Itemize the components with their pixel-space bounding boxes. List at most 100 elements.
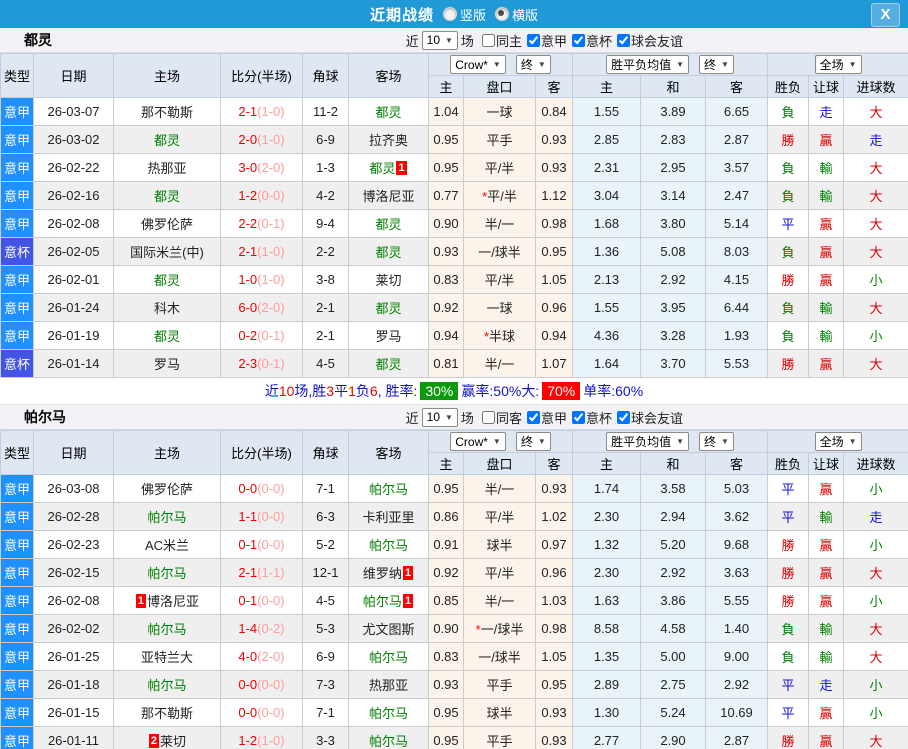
odds-away: 0.93: [535, 726, 573, 749]
match-row: 意甲 26-03-08 佛罗伦萨 0-0(0-0) 7-1 帕尔马 0.95 半/一 0.93 1…: [0, 474, 908, 503]
scope-select[interactable]: 全场 ▼: [814, 432, 862, 451]
avg-win: 1.55: [572, 97, 641, 126]
match-count-select[interactable]: 10 ▼: [421, 30, 458, 50]
corner-count: 4-5: [302, 349, 349, 378]
league-badge: 意甲: [0, 265, 34, 294]
avg-win: 1.30: [572, 698, 641, 727]
titlebar: 近期战绩 竖版 横版 X: [0, 0, 908, 28]
avg-type-select[interactable]: 胜平负均值 ▼: [606, 55, 689, 74]
stats-segment: 场,胜: [294, 383, 327, 399]
match-date: 26-02-28: [33, 502, 114, 531]
match-count-value: 10: [426, 33, 440, 47]
match-count-select[interactable]: 10 ▼: [421, 407, 458, 427]
radio-vertical-icon[interactable]: [442, 7, 457, 21]
fulltime-score: 0-2: [238, 328, 258, 343]
result-handicap: 輸: [808, 293, 845, 322]
away-team: 帕尔马: [348, 530, 429, 559]
fulltime-score: 0-0: [238, 677, 258, 692]
result-outcome: 負: [767, 614, 810, 643]
result-outcome: 勝: [767, 586, 810, 615]
filter-checkbox[interactable]: [616, 33, 630, 47]
odds-stage-select[interactable]: 终 ▼: [515, 432, 551, 451]
dropdown-arrow-icon: ▼: [537, 60, 546, 69]
filter-option[interactable]: 球会友谊: [612, 408, 683, 427]
result-goals: 大: [843, 558, 908, 587]
col-avg-win: 主: [572, 452, 641, 475]
avg-win: 8.58: [572, 614, 641, 643]
filter-option[interactable]: 同主: [477, 31, 522, 50]
filter-checkbox[interactable]: [481, 33, 495, 47]
radio-horizontal-icon[interactable]: [495, 7, 509, 21]
avg-win: 1.35: [572, 642, 641, 671]
avg-stage-select[interactable]: 终 ▼: [699, 55, 734, 74]
avg-draw: 2.94: [640, 502, 706, 531]
bookmaker-select-value: Crow*: [455, 434, 488, 449]
filter-option[interactable]: 意杯: [567, 31, 612, 50]
avg-draw: 2.95: [640, 153, 706, 182]
fulltime-score: 2-3: [238, 356, 258, 371]
filter-option[interactable]: 球会友谊: [612, 31, 683, 50]
col-score: 比分(半场): [220, 53, 303, 98]
section-head-torino: 都灵 近 10 ▼ 场 同主 意甲 意杯 球会友谊: [0, 28, 908, 53]
fulltime-score: 1-0: [238, 272, 258, 287]
home-team: 都灵: [113, 321, 221, 350]
filter-option[interactable]: 意杯: [567, 408, 612, 427]
avg-win: 1.36: [572, 237, 641, 266]
result-handicap: 贏: [808, 530, 845, 559]
away-team: 拉齐奥: [348, 125, 429, 154]
result-outcome: 負: [767, 181, 810, 210]
result-outcome: 負: [767, 97, 810, 126]
odds-away: 1.05: [535, 642, 573, 671]
match-score: 2-1(1-0): [220, 237, 303, 266]
team-name-text: 帕尔马: [147, 622, 187, 637]
layout-radio-vertical[interactable]: 竖版: [442, 5, 486, 24]
avg-draw: 5.24: [640, 698, 706, 727]
bookmaker-select[interactable]: Crow* ▼: [450, 432, 506, 451]
odds-away: 0.96: [535, 293, 573, 322]
avg-lose: 5.53: [704, 349, 769, 378]
team-name-text: 帕尔马: [362, 594, 402, 609]
halftime-score: (0-0): [257, 677, 285, 692]
filter-option[interactable]: 意甲: [522, 408, 567, 427]
close-icon[interactable]: X: [871, 3, 900, 27]
filter-checkbox[interactable]: [481, 410, 495, 424]
home-team: 亚特兰大: [113, 642, 221, 671]
filter-checkbox[interactable]: [571, 33, 585, 47]
filter-checkbox[interactable]: [616, 410, 630, 424]
match-date: 26-02-08: [33, 586, 114, 615]
home-team: 都灵: [113, 181, 221, 210]
avg-lose: 2.92: [704, 670, 769, 699]
filter-checkbox[interactable]: [526, 410, 540, 424]
filter-checkbox[interactable]: [571, 410, 585, 424]
col-avg-draw: 和: [640, 75, 706, 98]
col-avg-lose: 客: [704, 452, 769, 475]
filter-option[interactable]: 同客: [477, 408, 522, 427]
col-odds-home: 主: [428, 452, 464, 475]
avg-win: 3.04: [572, 181, 641, 210]
match-date: 26-02-23: [33, 530, 114, 559]
dropdown-arrow-icon: ▼: [848, 60, 857, 69]
scope-select[interactable]: 全场 ▼: [814, 55, 862, 74]
team-name-text: 帕尔马: [147, 510, 187, 525]
col-score: 比分(半场): [220, 430, 303, 475]
header-control-row: 类型 日期 主场 比分(半场) 角球 客场 Crow* ▼ 终 ▼ 胜平负均值 ▼ 终…: [0, 430, 908, 475]
avg-win: 1.55: [572, 293, 641, 322]
avg-type-select[interactable]: 胜平负均值 ▼: [606, 432, 689, 451]
filter-option[interactable]: 意甲: [522, 31, 567, 50]
match-row: 意甲 26-02-23 AC米兰 0-1(0-0) 5-2 帕尔马 0.91 球半 0.97 1.…: [0, 530, 908, 559]
filter-checkbox[interactable]: [526, 33, 540, 47]
odds-away: 0.95: [535, 670, 573, 699]
odds-away: 0.96: [535, 558, 573, 587]
stats-segment: , 胜率:: [377, 383, 418, 399]
avg-stage-select[interactable]: 终 ▼: [699, 432, 734, 451]
layout-radio-horizontal[interactable]: 横版: [495, 5, 538, 24]
away-team: 帕尔马: [348, 698, 429, 727]
avg-lose: 2.87: [704, 726, 769, 749]
results-table-torino: 类型 日期 主场 比分(半场) 角球 客场 Crow* ▼ 终 ▼ 胜平负均值 ▼ 终…: [0, 53, 908, 378]
result-outcome: 平: [767, 698, 810, 727]
bookmaker-select[interactable]: Crow* ▼: [450, 55, 506, 74]
odds-stage-select[interactable]: 终 ▼: [515, 55, 551, 74]
page-title: 近期战绩: [369, 6, 434, 24]
team-name-text: 莱切: [160, 734, 187, 749]
avg-draw: 3.28: [640, 321, 706, 350]
